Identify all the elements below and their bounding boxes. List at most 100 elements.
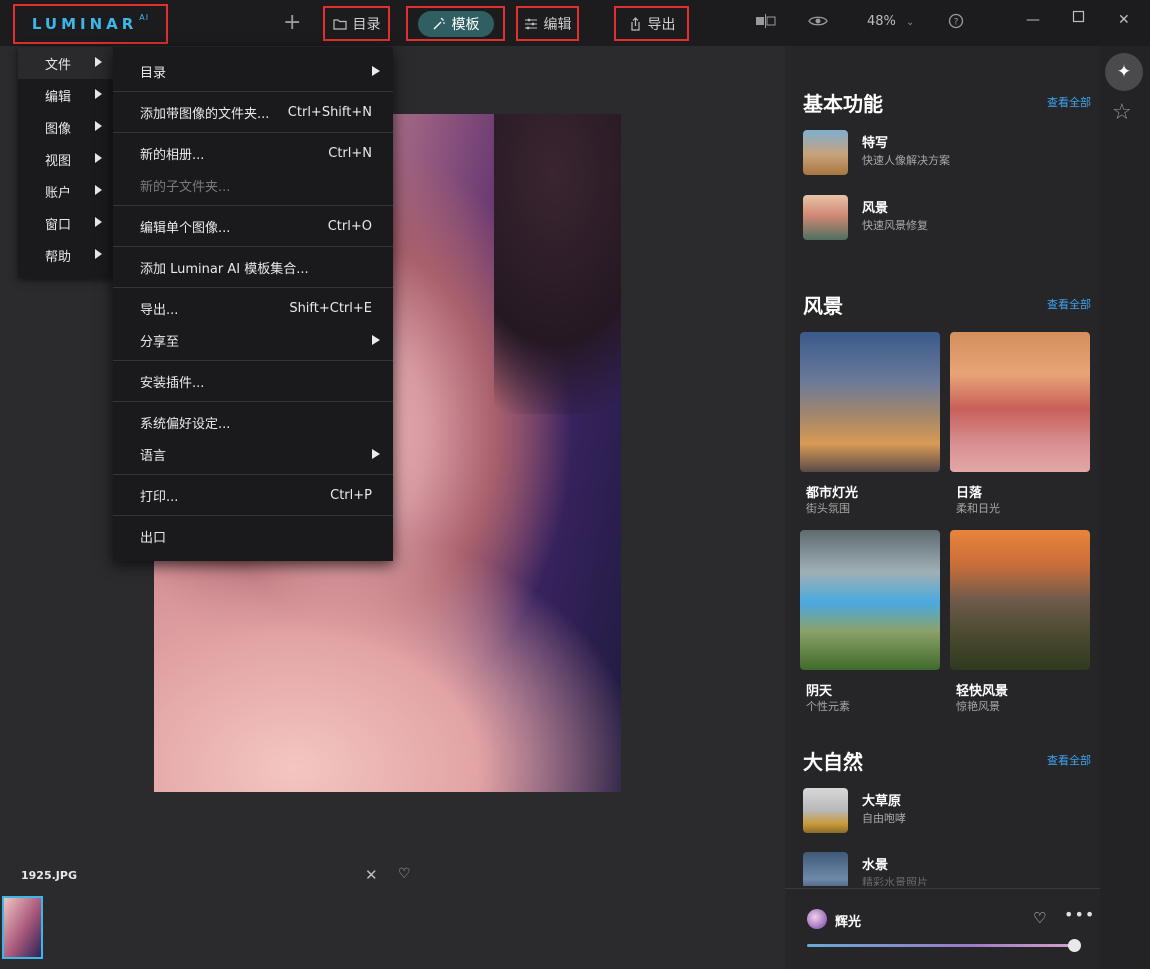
menu-item-preferences[interactable]: 系统偏好设定... — [113, 406, 393, 438]
reject-icon[interactable]: ✕ — [365, 866, 378, 884]
templates-button[interactable]: 模板 — [406, 6, 505, 41]
menu-item-exit[interactable]: 出口 — [113, 520, 393, 552]
maximize-icon[interactable] — [1072, 10, 1086, 28]
folder-icon — [332, 18, 347, 30]
menu-item-label: 导出... — [140, 302, 179, 318]
menu-label: 文件 — [45, 57, 72, 73]
magic-wand-icon[interactable]: ✦ — [1105, 53, 1143, 91]
menu-item-label: 系统偏好设定... — [140, 416, 231, 432]
menu-item-share[interactable]: 分享至 — [113, 324, 393, 356]
minimize-icon[interactable]: — — [1026, 12, 1040, 28]
template-desc: 自由咆哮 — [862, 812, 906, 825]
menu-window[interactable]: 窗口 — [18, 207, 114, 239]
shortcut-text: Shift+Ctrl+E — [289, 300, 372, 316]
edit-button[interactable]: 编辑 — [516, 6, 579, 41]
template-item-savanna[interactable]: 大草原 自由咆哮 — [803, 788, 1093, 834]
template-card-overcast[interactable] — [800, 530, 940, 670]
submenu-arrow-icon — [95, 153, 102, 163]
template-card-sunset[interactable] — [950, 332, 1090, 472]
help-icon[interactable]: ? — [948, 13, 964, 33]
menu-item-new-album[interactable]: 新的相册... Ctrl+N — [113, 137, 393, 169]
menu-item-catalog[interactable]: 目录 — [113, 55, 393, 87]
shortcut-text: Ctrl+Shift+N — [287, 104, 372, 120]
menu-item-add-templates[interactable]: 添加 Luminar AI 模板集合... — [113, 251, 393, 283]
card-desc: 街头氛围 — [806, 502, 850, 515]
filmstrip-thumbnail[interactable] — [2, 896, 43, 959]
see-all-link[interactable]: 查看全部 — [1047, 296, 1091, 312]
zoom-value: 48% — [867, 14, 896, 29]
star-icon[interactable]: ☆ — [1112, 100, 1132, 125]
add-plus-icon[interactable]: + — [283, 10, 301, 35]
file-name: 1925.JPG — [21, 869, 77, 882]
see-all-link[interactable]: 查看全部 — [1047, 94, 1091, 110]
catalog-button[interactable]: 目录 — [323, 6, 390, 41]
template-name: 风景 — [862, 201, 889, 216]
template-item-landscape[interactable]: 风景 快速风景修复 — [803, 195, 1093, 241]
active-template-name: 辉光 — [835, 915, 862, 930]
menu-item-print[interactable]: 打印... Ctrl+P — [113, 479, 393, 511]
shortcut-text: Ctrl+O — [327, 218, 372, 234]
template-desc: 快速风景修复 — [862, 219, 928, 232]
menu-image[interactable]: 图像 — [18, 111, 114, 143]
template-thumbnail — [803, 195, 848, 240]
menu-file[interactable]: 文件 — [18, 47, 114, 79]
menu-divider — [113, 360, 393, 361]
compare-icon[interactable] — [755, 14, 777, 32]
menu-item-export[interactable]: 导出... Shift+Ctrl+E — [113, 292, 393, 324]
eye-icon[interactable] — [808, 14, 828, 32]
menu-divider — [113, 474, 393, 475]
template-card-city-lights[interactable] — [800, 332, 940, 472]
see-all-link[interactable]: 查看全部 — [1047, 752, 1091, 768]
menu-view[interactable]: 视图 — [18, 143, 114, 175]
template-card-light-landscape[interactable] — [950, 530, 1090, 670]
menu-item-add-folder[interactable]: 添加带图像的文件夹... Ctrl+Shift+N — [113, 96, 393, 128]
template-desc: 精彩水景照片 — [862, 876, 928, 886]
menu-divider — [113, 287, 393, 288]
menu-item-label: 添加 Luminar AI 模板集合... — [140, 261, 309, 277]
amount-slider[interactable] — [807, 944, 1074, 947]
sliders-icon — [524, 18, 537, 29]
menu-item-label: 新的相册... — [140, 147, 205, 163]
logo-suffix: AI — [139, 12, 150, 22]
submenu-arrow-icon — [95, 121, 102, 131]
template-item-closeup[interactable]: 特写 快速人像解决方案 — [803, 130, 1093, 176]
menu-help[interactable]: 帮助 — [18, 239, 114, 271]
menu-divider — [113, 401, 393, 402]
card-desc: 惊艳风景 — [956, 700, 1000, 713]
photo-shoulder — [154, 534, 621, 792]
app-logo[interactable]: LUMINAR AI — [13, 4, 168, 44]
template-thumbnail — [803, 130, 848, 175]
template-desc: 快速人像解决方案 — [862, 154, 950, 167]
favorite-icon[interactable]: ♡ — [398, 866, 411, 882]
menu-item-install-plugins[interactable]: 安装插件... — [113, 365, 393, 397]
slider-handle[interactable] — [1068, 939, 1081, 952]
menu-item-label: 安装插件... — [140, 375, 205, 391]
export-button[interactable]: 导出 — [614, 6, 689, 41]
menu-edit[interactable]: 编辑 — [18, 79, 114, 111]
submenu-arrow-icon — [95, 185, 102, 195]
side-icon-strip — [1100, 46, 1150, 969]
menu-divider — [113, 246, 393, 247]
more-options-icon[interactable]: ••• — [1064, 905, 1095, 924]
submenu-arrow-icon — [372, 66, 380, 76]
menu-item-edit-single[interactable]: 编辑单个图像... Ctrl+O — [113, 210, 393, 242]
zoom-selector[interactable]: 48% ⌄ — [867, 14, 914, 29]
menu-account[interactable]: 账户 — [18, 175, 114, 207]
template-item-water[interactable]: 水景 精彩水景照片 — [803, 852, 1093, 886]
menu-item-language[interactable]: 语言 — [113, 438, 393, 470]
close-icon[interactable]: ✕ — [1118, 12, 1130, 28]
menu-divider — [113, 515, 393, 516]
shortcut-text: Ctrl+P — [330, 487, 372, 503]
magic-wand-icon — [433, 17, 445, 29]
submenu-arrow-icon — [95, 57, 102, 67]
menu-item-label: 分享至 — [140, 334, 180, 350]
submenu-arrow-icon — [95, 249, 102, 259]
active-template-bar — [785, 888, 1100, 969]
heart-icon[interactable]: ♡ — [1033, 909, 1046, 927]
menu-label: 帮助 — [45, 249, 72, 265]
menu-divider — [113, 205, 393, 206]
chevron-down-icon: ⌄ — [906, 17, 915, 28]
template-avatar — [807, 909, 827, 929]
submenu-arrow-icon — [372, 335, 380, 345]
menu-item-label: 出口 — [140, 530, 167, 546]
